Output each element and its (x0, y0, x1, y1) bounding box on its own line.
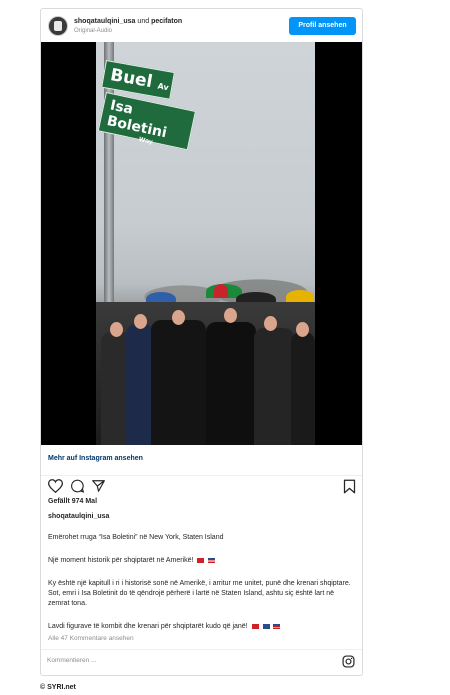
face (224, 308, 237, 323)
face (110, 322, 123, 337)
face (296, 322, 309, 337)
divider (41, 649, 362, 650)
kosovo-flag-icon (262, 623, 270, 629)
caption-text: Një moment historik për shqiptarët në Am… (48, 557, 194, 564)
instagram-embed: shoqataulqini_usa und pecifaton Original… (40, 8, 363, 676)
site-credit: © SYRI.net (40, 684, 76, 691)
author-link-1[interactable]: shoqataulqini_usa (74, 18, 135, 25)
albania-flag-icon (251, 623, 259, 629)
caption-line-with-flags: Një moment historik për shqiptarët në Am… (48, 556, 354, 566)
author-link-2[interactable]: pecifaton (151, 18, 182, 25)
caption-line-with-flags: Lavdi figurave të kombit dhe krenari për… (48, 622, 354, 632)
audio-label[interactable]: Original-Audio (74, 28, 112, 34)
person (151, 320, 206, 445)
heart-icon[interactable] (48, 479, 63, 493)
person (206, 322, 256, 445)
bookmark-icon[interactable] (343, 479, 356, 494)
share-icon[interactable] (91, 479, 106, 493)
instagram-icon[interactable] (342, 655, 355, 668)
comment-input[interactable]: Kommentieren ... (47, 657, 97, 664)
person (291, 332, 315, 445)
caption-text: Lavdi figurave të kombit dhe krenari për… (48, 623, 248, 630)
person (126, 324, 154, 445)
view-profile-button[interactable]: Profil ansehen (289, 17, 356, 35)
view-all-comments-link[interactable]: Alle 47 Kommentare ansehen (48, 635, 134, 642)
post-header: shoqataulqini_usa und pecifaton Original… (41, 9, 362, 43)
post-authors: shoqataulqini_usa und pecifaton (74, 18, 182, 25)
caption-username[interactable]: shoqataulqini_usa (48, 513, 109, 520)
comment-icon[interactable] (70, 479, 85, 493)
video-player[interactable]: Buel Av Isa Boletini Way (41, 42, 362, 445)
author-connector: und (137, 18, 150, 25)
usa-flag-icon (273, 623, 281, 629)
action-bar (48, 479, 356, 495)
likes-count[interactable]: Gefällt 974 Mal (48, 498, 97, 505)
face (134, 314, 147, 329)
face (172, 310, 185, 325)
caption-line: Emërohet rruga “Isa Boletini” në New Yor… (48, 534, 224, 541)
albania-flag-icon (197, 557, 205, 563)
divider (41, 475, 362, 476)
avatar[interactable] (48, 16, 68, 36)
video-frame: Buel Av Isa Boletini Way (96, 42, 315, 445)
usa-flag-icon (208, 557, 216, 563)
umbrella (214, 284, 228, 298)
crowd (96, 302, 315, 445)
caption-paragraph: Ky është një kapitull i ri i historisë s… (48, 580, 351, 607)
person (254, 328, 294, 445)
view-more-on-instagram-link[interactable]: Mehr auf Instagram ansehen (48, 455, 143, 462)
face (264, 316, 277, 331)
